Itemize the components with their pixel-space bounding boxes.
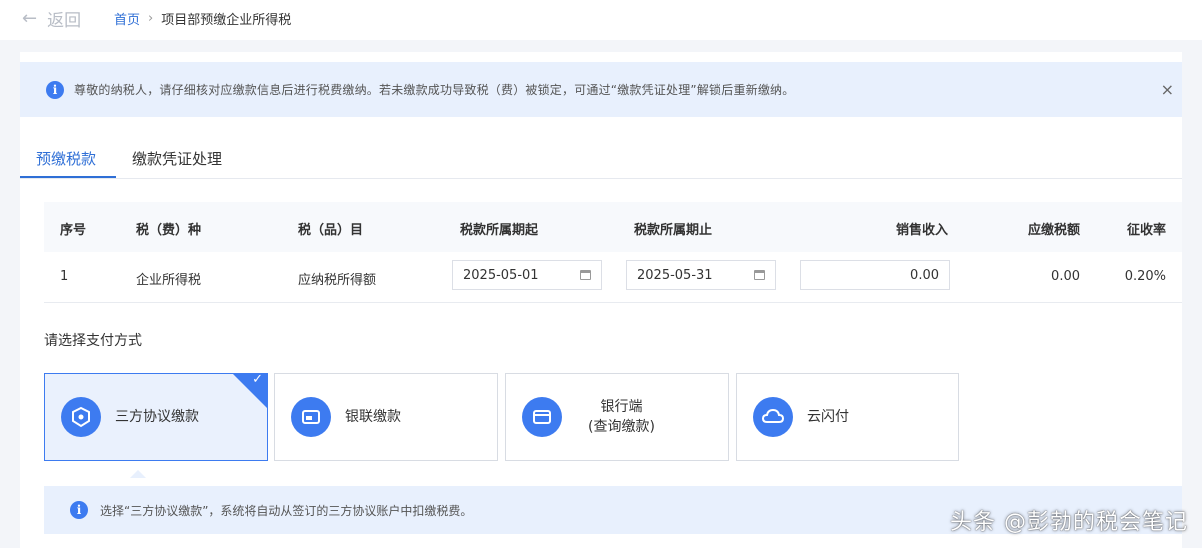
row-index: 1 [60,269,69,284]
table-header: 序号 税（费）种 税（品）目 税款所属期起 税款所属期止 销售收入 应缴税额 征… [44,202,1182,252]
header-tax-item: 税（品）目 [298,223,364,238]
back-label: 返回 [47,11,82,31]
row-tax-type: 企业所得税 [136,273,202,288]
tab-prepay-tax[interactable]: 预缴税款 [36,148,96,169]
tab-bar: 预缴税款 缴款凭证处理 [20,140,1182,179]
payment-option-label-line2: (查询缴款) [588,419,655,435]
back-button[interactable]: ← 返回 [22,6,81,31]
payment-option-label: 银联缴款 [345,409,401,425]
header-tax-due: 应缴税额 [1027,223,1080,238]
calendar-icon [580,270,591,280]
header-sales-income: 销售收入 [895,223,948,238]
info-icon: i [70,501,88,519]
period-end-value: 2025-05-31 [637,267,713,283]
payment-option-cloud-pay[interactable]: 云闪付 [736,373,959,461]
row-tax-due: 0.00 [1051,269,1080,284]
row-tax-item: 应纳税所得额 [298,273,377,288]
unionpay-card-icon [291,397,331,437]
info-icon: i [46,80,64,99]
payment-option-label: 银行端 (查询缴款) [588,397,655,437]
sales-income-input[interactable]: 0.00 [800,260,950,290]
payment-option-label: 三方协议缴款 [115,409,199,425]
breadcrumb: 首页 › 项目部预缴企业所得税 [114,9,291,28]
period-start-date-picker[interactable]: 2025-05-01 [452,260,602,290]
table-row: 1 企业所得税 应纳税所得额 2025-05-01 2025-05-31 0.0… [44,252,1182,303]
header-tax-type: 税（费）种 [136,223,202,238]
bank-card-icon [522,397,562,437]
payment-method-title: 请选择支付方式 [44,333,142,349]
period-start-value: 2025-05-01 [463,267,539,283]
tab-payment-voucher[interactable]: 缴款凭证处理 [132,148,222,169]
payment-note-text: 选择“三方协议缴款”，系统将自动从签订的三方协议账户中扣缴税费。 [100,503,473,518]
header-rate: 征收率 [1126,223,1166,238]
top-bar: ← 返回 首页 › 项目部预缴企业所得税 [0,0,1202,40]
payment-option-label-line1: 银行端 [600,399,643,415]
payment-option-label: 云闪付 [807,409,849,425]
notice-text: 尊敬的纳税人，请仔细核对应缴款信息后进行税费缴纳。若未缴款成功导致税（费）被锁定… [74,83,795,97]
active-tab-indicator [20,176,116,178]
cloud-pay-icon [753,397,793,437]
sales-income-value: 0.00 [910,267,939,283]
header-period-start: 税款所属期起 [460,223,539,238]
notice-banner: i 尊敬的纳税人，请仔细核对应缴款信息后进行税费缴纳。若未缴款成功导致税（费）被… [20,62,1182,117]
breadcrumb-current: 项目部预缴企业所得税 [161,13,292,28]
check-icon: ✓ [252,373,263,387]
payment-option-tripartite[interactable]: 三方协议缴款 ✓ [44,373,268,461]
arrow-left-icon: ← [22,8,38,29]
close-icon[interactable]: × [1161,80,1174,99]
breadcrumb-home-link[interactable]: 首页 [114,9,140,28]
payment-option-unionpay[interactable]: 银联缴款 [274,373,498,461]
row-rate: 0.20% [1124,269,1166,284]
payment-option-bank[interactable]: 银行端 (查询缴款) [505,373,729,461]
header-period-end: 税款所属期止 [634,223,713,238]
header-index: 序号 [60,223,87,238]
selection-pointer [130,470,146,478]
main-card: i 尊敬的纳税人，请仔细核对应缴款信息后进行税费缴纳。若未缴款成功导致税（费）被… [20,52,1182,548]
period-end-date-picker[interactable]: 2025-05-31 [626,260,776,290]
tax-table: 序号 税（费）种 税（品）目 税款所属期起 税款所属期止 销售收入 应缴税额 征… [44,202,1182,303]
watermark: 头条 @彭勃的税会笔记 [950,510,1188,535]
shield-icon [61,397,101,437]
calendar-icon [754,270,765,280]
breadcrumb-separator: › [148,11,154,26]
